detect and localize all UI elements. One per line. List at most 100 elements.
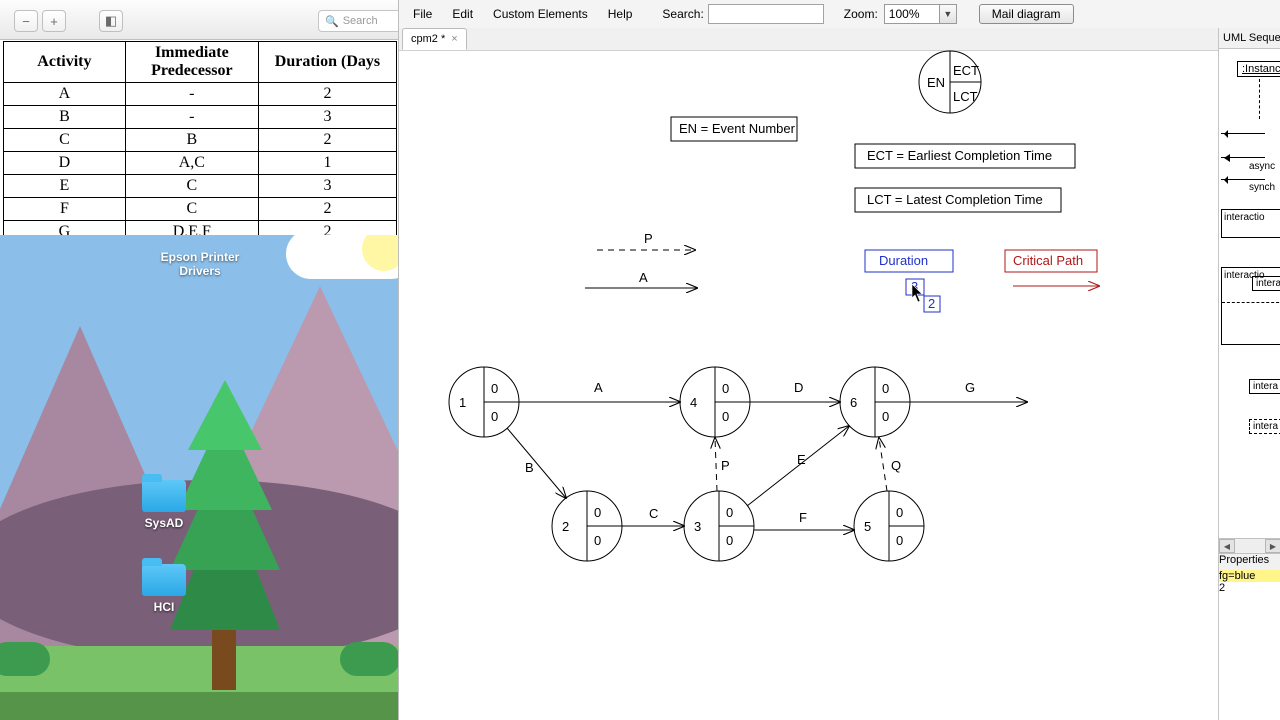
properties-header: Properties (1218, 553, 1280, 571)
properties-line-1: fg=blue (1219, 570, 1280, 582)
menu-file[interactable]: File (403, 3, 442, 25)
palette-synch-arrow[interactable] (1221, 179, 1265, 180)
scroll-left-icon[interactable]: ◀ (1219, 539, 1235, 553)
finder-window: − + ◧ 🔍Search Activity Immediate Predece… (0, 0, 400, 720)
palette-async-arrow[interactable] (1221, 157, 1265, 158)
duration-sample-selected[interactable]: 3 2 (906, 279, 940, 312)
menu-help[interactable]: Help (598, 3, 643, 25)
legend-lct-box: LCT = Latest Completion Time (855, 188, 1061, 212)
arc-B[interactable] (507, 428, 566, 498)
svg-text:0: 0 (896, 533, 903, 548)
palette-async-label: async (1249, 161, 1275, 172)
folder-icon (142, 480, 186, 512)
svg-text:0: 0 (726, 533, 733, 548)
svg-text:Critical Path: Critical Path (1013, 253, 1083, 268)
svg-text:0: 0 (882, 409, 889, 424)
legend-ect-box: ECT = Earliest Completion Time (855, 144, 1075, 168)
properties-editor[interactable]: fg=blue 2 (1219, 570, 1280, 720)
chevron-down-icon[interactable]: ▼ (939, 5, 956, 23)
folder-label: HCI (142, 600, 186, 614)
desktop-item-printer[interactable]: Epson PrinterDrivers (110, 250, 290, 278)
palette-instance[interactable]: :Instanc (1237, 61, 1280, 77)
palette-interaction-frame[interactable]: interactio (1221, 209, 1280, 238)
desktop-wallpaper (0, 235, 400, 720)
arc-label-P: P (721, 458, 730, 473)
svg-text:0: 0 (726, 505, 733, 520)
tab-label: cpm2 * (411, 33, 445, 45)
event-node-3[interactable]: 3 0 0 (684, 491, 754, 561)
svg-text:0: 0 (896, 505, 903, 520)
arc-label-D: D (794, 380, 803, 395)
zoom-combo[interactable]: ▼ (884, 4, 957, 24)
palette-header[interactable]: UML Seque (1219, 28, 1280, 49)
zoom-value[interactable] (885, 6, 939, 22)
arc-label-G: G (965, 380, 975, 395)
finder-search-input[interactable]: 🔍Search (318, 10, 404, 32)
menu-edit[interactable]: Edit (442, 3, 483, 25)
table-row: B-3 (4, 106, 397, 129)
finder-toolbar: − + ◧ 🔍Search (0, 0, 398, 40)
arc-P[interactable] (715, 438, 717, 491)
svg-text:0: 0 (594, 533, 601, 548)
svg-text:6: 6 (850, 395, 857, 410)
legend-duration-box: Duration (865, 250, 953, 272)
event-node-2[interactable]: 200 (552, 491, 622, 561)
menu-custom-elements[interactable]: Custom Elements (483, 3, 598, 25)
svg-text:3: 3 (694, 519, 701, 534)
svg-text:0: 0 (491, 381, 498, 396)
desktop-folder-hci[interactable]: HCI (142, 564, 186, 600)
svg-text:2: 2 (562, 519, 569, 534)
arc-label-E: E (797, 452, 806, 467)
zoom-label: Zoom: (844, 7, 878, 21)
close-icon[interactable]: × (451, 33, 457, 45)
activity-table: Activity Immediate Predecessor Duration … (3, 41, 397, 244)
palette-return-arrow[interactable] (1221, 133, 1265, 134)
svg-text:1: 1 (459, 395, 466, 410)
table-row: CB2 (4, 129, 397, 152)
diagram-canvas[interactable]: EN ECT LCT EN = Event Number ECT = Earli… (399, 50, 1219, 720)
folder-label: SysAD (142, 516, 186, 530)
svg-text:EN = Event Number: EN = Event Number (679, 121, 796, 136)
palette-inner-solid[interactable]: intera (1249, 379, 1280, 394)
event-node-4[interactable]: 400 (680, 367, 750, 437)
arc-Q[interactable] (879, 438, 887, 491)
arc-label-F: F (799, 510, 807, 525)
palette-scrollbar[interactable]: ◀ ▶ (1219, 538, 1280, 554)
palette-inner-dashed[interactable]: intera (1249, 419, 1280, 434)
scroll-right-icon[interactable]: ▶ (1265, 539, 1280, 553)
svg-text:ECT: ECT (953, 63, 979, 78)
palette-interaction-split[interactable]: interactio intera (1221, 267, 1280, 345)
palette-panel: UML Seque :Instanc async synch interacti… (1218, 28, 1280, 720)
arc-label-B: B (525, 460, 534, 475)
table-header-predecessor: Immediate Predecessor (125, 42, 258, 83)
table-header-activity: Activity (4, 42, 126, 83)
view-mode-button[interactable]: ◧ (99, 10, 123, 32)
tabstrip: cpm2 * × (399, 28, 1280, 51)
event-node-5[interactable]: 5 0 0 (854, 491, 924, 561)
zoom-out-button[interactable]: − (14, 10, 38, 32)
table-header-duration: Duration (Days (258, 42, 396, 83)
properties-line-2: 2 (1219, 582, 1225, 594)
svg-text:5: 5 (864, 519, 871, 534)
mail-diagram-button[interactable]: Mail diagram (979, 4, 1074, 24)
palette-synch-label: synch (1249, 182, 1275, 193)
svg-text:0: 0 (722, 409, 729, 424)
desktop-folder-sysad[interactable]: SysAD (142, 480, 186, 516)
table-row: A-2 (4, 83, 397, 106)
svg-text:EN: EN (927, 75, 945, 90)
legend-critical-box: Critical Path (1005, 250, 1097, 272)
zoom-in-button[interactable]: + (42, 10, 66, 32)
svg-text:0: 0 (722, 381, 729, 396)
search-input[interactable] (708, 4, 824, 24)
event-node-6[interactable]: 6 0 0 (840, 367, 910, 437)
svg-text:0: 0 (491, 409, 498, 424)
menubar: File Edit Custom Elements Help Search: Z… (399, 0, 1280, 29)
tab-cpm2[interactable]: cpm2 * × (402, 28, 467, 50)
table-row: DA,C1 (4, 152, 397, 175)
svg-text:LCT = Latest Completion Time: LCT = Latest Completion Time (867, 192, 1043, 207)
svg-text:ECT = Earliest Completion Time: ECT = Earliest Completion Time (867, 148, 1052, 163)
svg-text:0: 0 (882, 381, 889, 396)
svg-text:2: 2 (928, 296, 935, 311)
event-node-1[interactable]: 1 0 0 (449, 367, 519, 437)
table-row: FC2 (4, 198, 397, 221)
